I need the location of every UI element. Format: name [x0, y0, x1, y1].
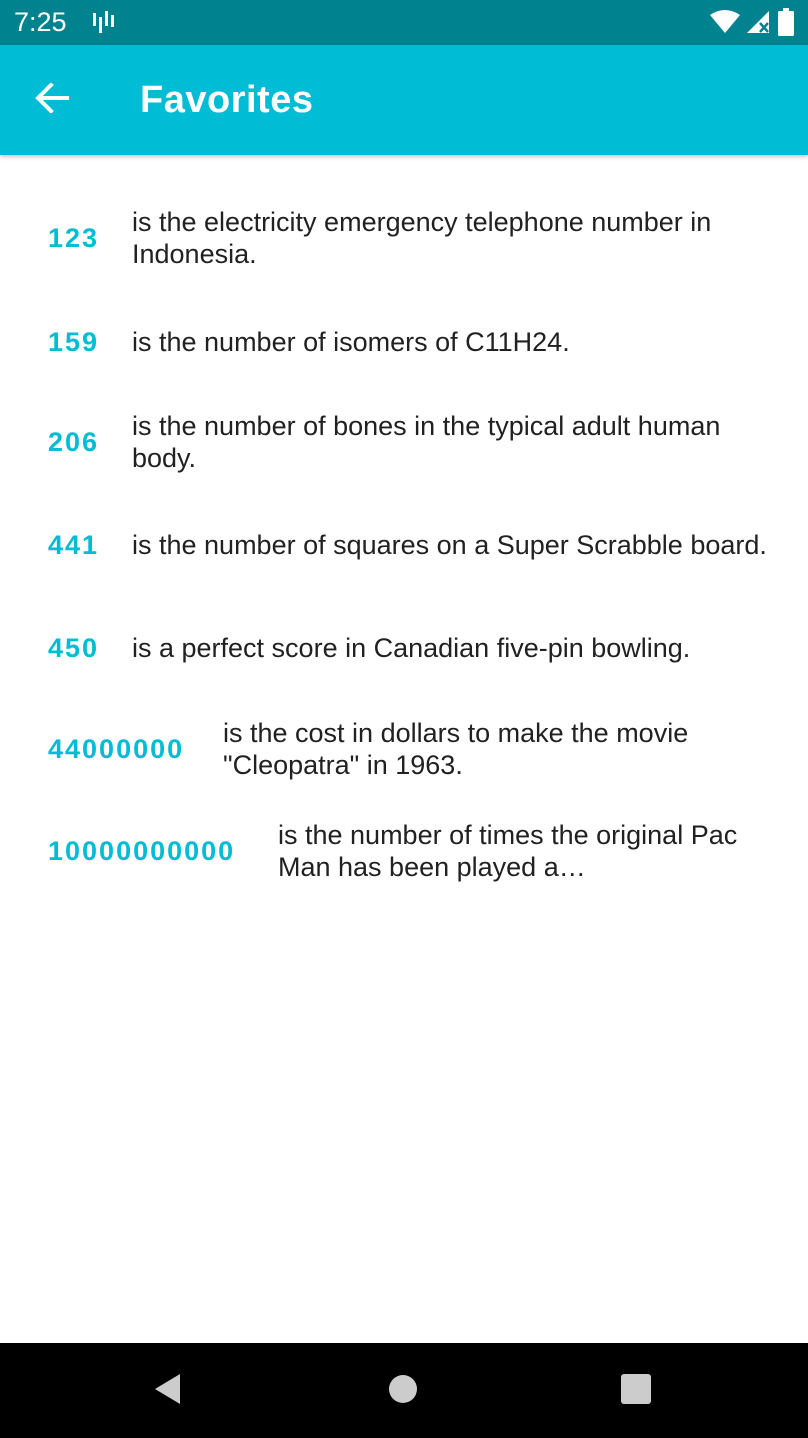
list-item[interactable]: 10000000000 is the number of times the o… — [0, 816, 808, 886]
item-number: 206 — [48, 426, 100, 457]
item-fact: is the number of isomers of C11H24. — [132, 327, 570, 357]
status-bar: 7:25 — [0, 0, 808, 45]
item-fact: is the number of bones in the typical ad… — [132, 411, 721, 473]
item-number: 450 — [48, 632, 100, 663]
page-title: Favorites — [140, 79, 314, 121]
app-bar: Favorites — [0, 45, 808, 155]
list-item[interactable]: 441 is the number of squares on a Super … — [0, 510, 808, 580]
item-number: 44000000 — [48, 733, 185, 764]
status-time: 7:25 — [14, 7, 67, 37]
recents-nav-button[interactable] — [612, 1367, 660, 1415]
list-item[interactable]: 44000000 is the cost in dollars to make … — [0, 714, 808, 784]
status-icons — [710, 8, 794, 41]
item-number: 159 — [48, 326, 100, 357]
activity-icon — [93, 11, 117, 38]
recents-nav-icon — [621, 1373, 651, 1409]
home-nav-icon — [388, 1374, 418, 1409]
item-number: 123 — [48, 222, 100, 253]
item-fact: is the cost in dollars to make the movie… — [223, 718, 689, 780]
item-fact: is the number of times the original Pac … — [278, 820, 738, 882]
navigation-bar — [0, 1343, 808, 1438]
list-item[interactable]: 206 is the number of bones in the typica… — [0, 407, 808, 477]
item-fact: is a perfect score in Canadian five-pin … — [132, 633, 691, 663]
home-nav-button[interactable] — [379, 1367, 427, 1415]
item-fact: is the electricity emergency telephone n… — [132, 207, 712, 269]
battery-icon — [778, 8, 794, 41]
list-item[interactable]: 159 is the number of isomers of C11H24. — [0, 322, 808, 362]
wifi-icon — [710, 10, 740, 39]
signal-icon — [746, 10, 772, 39]
item-number: 10000000000 — [48, 835, 236, 866]
list-item[interactable]: 450 is a perfect score in Canadian five-… — [0, 628, 808, 668]
arrow-back-icon — [35, 81, 69, 118]
back-nav-button[interactable] — [143, 1367, 191, 1415]
item-number: 441 — [48, 529, 100, 560]
back-button[interactable] — [22, 77, 82, 123]
list-item[interactable]: 123 is the electricity emergency telepho… — [0, 203, 808, 273]
item-fact: is the number of squares on a Super Scra… — [132, 530, 767, 560]
back-nav-icon — [152, 1372, 182, 1411]
